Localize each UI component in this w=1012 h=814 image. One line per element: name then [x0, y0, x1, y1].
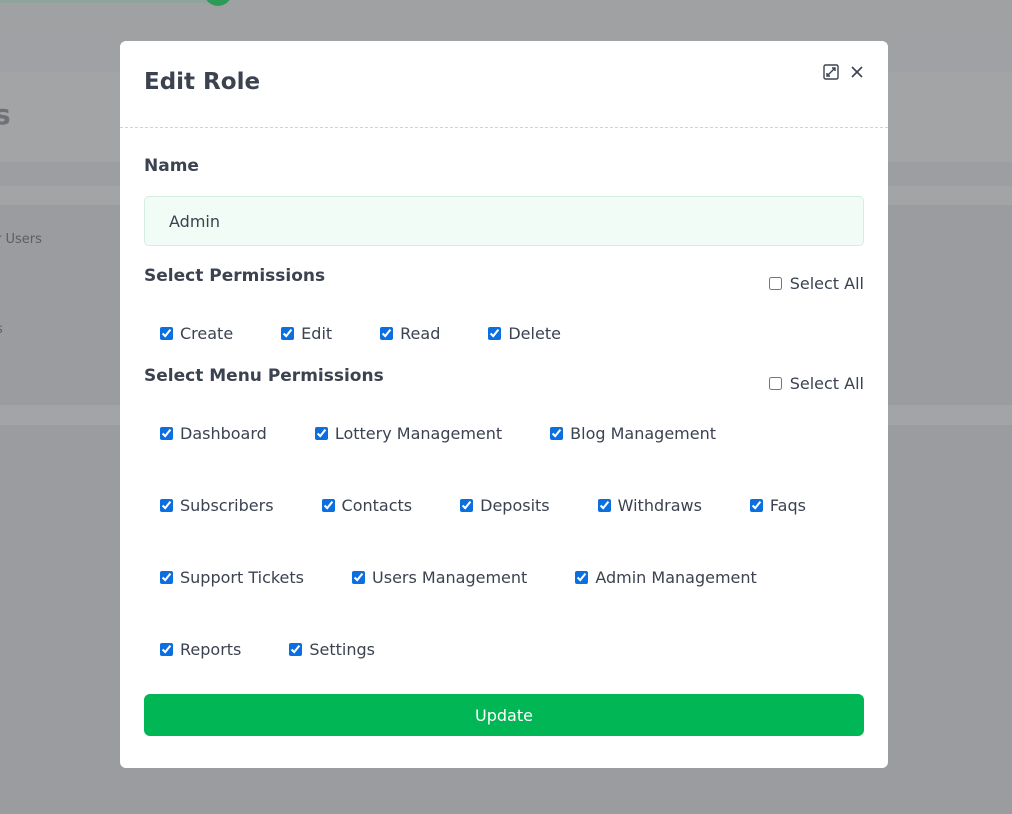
menu-permission-dashboard[interactable]: Dashboard: [160, 424, 267, 443]
menu-permission-checkbox[interactable]: [314, 427, 328, 440]
menu-permission-checkbox[interactable]: [550, 427, 564, 440]
menu-permission-label: Reports: [180, 640, 242, 659]
menu-permission-label: Users Management: [372, 568, 528, 587]
menu-permission-checkbox[interactable]: [160, 499, 173, 512]
menu-permission-lottery-management[interactable]: Lottery Management: [314, 424, 503, 443]
menu-permission-settings[interactable]: Settings: [289, 640, 375, 659]
menu-permission-users-management[interactable]: Users Management: [352, 568, 527, 587]
permission-edit[interactable]: Edit: [281, 324, 332, 343]
menu-permission-withdraws[interactable]: Withdraws: [597, 496, 702, 515]
menu-permission-reports[interactable]: Reports: [160, 640, 241, 659]
background-card-text: r Users: [0, 232, 42, 247]
menu-permission-admin-management[interactable]: Admin Management: [575, 568, 757, 587]
menu-permission-subscribers[interactable]: Subscribers: [160, 496, 274, 515]
menu-permission-deposits[interactable]: Deposits: [460, 496, 550, 515]
menu-permission-checkbox[interactable]: [597, 499, 611, 512]
menu-permission-label: Dashboard: [180, 424, 267, 443]
menu-permission-checkbox[interactable]: [160, 427, 173, 440]
permission-create-checkbox[interactable]: [160, 327, 173, 340]
permissions-title: Select Permissions: [144, 266, 326, 286]
edit-role-modal: Edit Role Name Select Permissions Select…: [120, 41, 888, 768]
menu-permissions-select-all-checkbox[interactable]: [768, 377, 782, 390]
permission-read-checkbox[interactable]: [380, 327, 394, 340]
permission-edit-checkbox[interactable]: [281, 327, 295, 340]
name-input[interactable]: [144, 196, 864, 246]
name-label: Name: [144, 156, 199, 176]
menu-permissions-row: Subscribers Contacts Deposits Withdraws …: [160, 496, 840, 515]
background-heading: s: [0, 98, 11, 131]
menu-permission-label: Faqs: [769, 496, 806, 515]
modal-header: Edit Role: [120, 41, 888, 128]
update-button[interactable]: Update: [144, 694, 864, 736]
menu-permission-label: Subscribers: [180, 496, 274, 515]
select-all-label: Select All: [789, 374, 864, 393]
menu-permission-faqs[interactable]: Faqs: [749, 496, 806, 515]
menu-permission-label: Settings: [309, 640, 375, 659]
menu-permissions-select-all[interactable]: Select All: [768, 374, 864, 393]
menu-permission-checkbox[interactable]: [352, 571, 366, 584]
background-topbar: [0, 0, 1012, 38]
menu-permission-label: Lottery Management: [334, 424, 503, 443]
menu-permission-label: Deposits: [480, 496, 550, 515]
menu-permission-checkbox[interactable]: [289, 643, 303, 656]
close-icon[interactable]: [848, 63, 866, 81]
menu-permission-checkbox[interactable]: [321, 499, 335, 512]
menu-permissions-title: Select Menu Permissions: [144, 366, 384, 386]
menu-permission-label: Contacts: [341, 496, 413, 515]
menu-permissions-row: Support Tickets Users Management Admin M…: [160, 568, 791, 587]
permission-label: Read: [400, 324, 441, 343]
menu-permission-support-tickets[interactable]: Support Tickets: [160, 568, 304, 587]
select-all-label: Select All: [789, 274, 864, 293]
permission-label: Delete: [508, 324, 561, 343]
permission-label: Create: [180, 324, 234, 343]
menu-permission-label: Blog Management: [570, 424, 717, 443]
menu-permission-checkbox[interactable]: [575, 571, 589, 584]
permission-create[interactable]: Create: [160, 324, 233, 343]
menu-permission-checkbox[interactable]: [160, 643, 173, 656]
menu-permissions-row: Dashboard Lottery Management Blog Manage…: [160, 424, 750, 443]
menu-permission-blog-management[interactable]: Blog Management: [550, 424, 716, 443]
menu-permission-checkbox[interactable]: [160, 571, 173, 584]
permission-delete-checkbox[interactable]: [488, 327, 502, 340]
menu-permission-label: Withdraws: [617, 496, 702, 515]
menu-permission-label: Support Tickets: [180, 568, 305, 587]
background-card-text: s: [0, 322, 3, 337]
permissions-select-all[interactable]: Select All: [768, 274, 864, 293]
permission-read[interactable]: Read: [380, 324, 440, 343]
permission-label: Edit: [301, 324, 333, 343]
permission-delete[interactable]: Delete: [488, 324, 561, 343]
menu-permission-label: Admin Management: [595, 568, 757, 587]
permissions-row: Create Edit Read Delete: [160, 324, 595, 343]
background-progress-line: [0, 0, 210, 3]
expand-icon[interactable]: [822, 63, 840, 81]
menu-permission-checkbox[interactable]: [749, 499, 763, 512]
permissions-select-all-checkbox[interactable]: [768, 277, 782, 290]
menu-permission-contacts[interactable]: Contacts: [321, 496, 413, 515]
menu-permissions-row: Reports Settings: [160, 640, 409, 659]
menu-permission-checkbox[interactable]: [460, 499, 474, 512]
modal-title: Edit Role: [144, 69, 261, 95]
